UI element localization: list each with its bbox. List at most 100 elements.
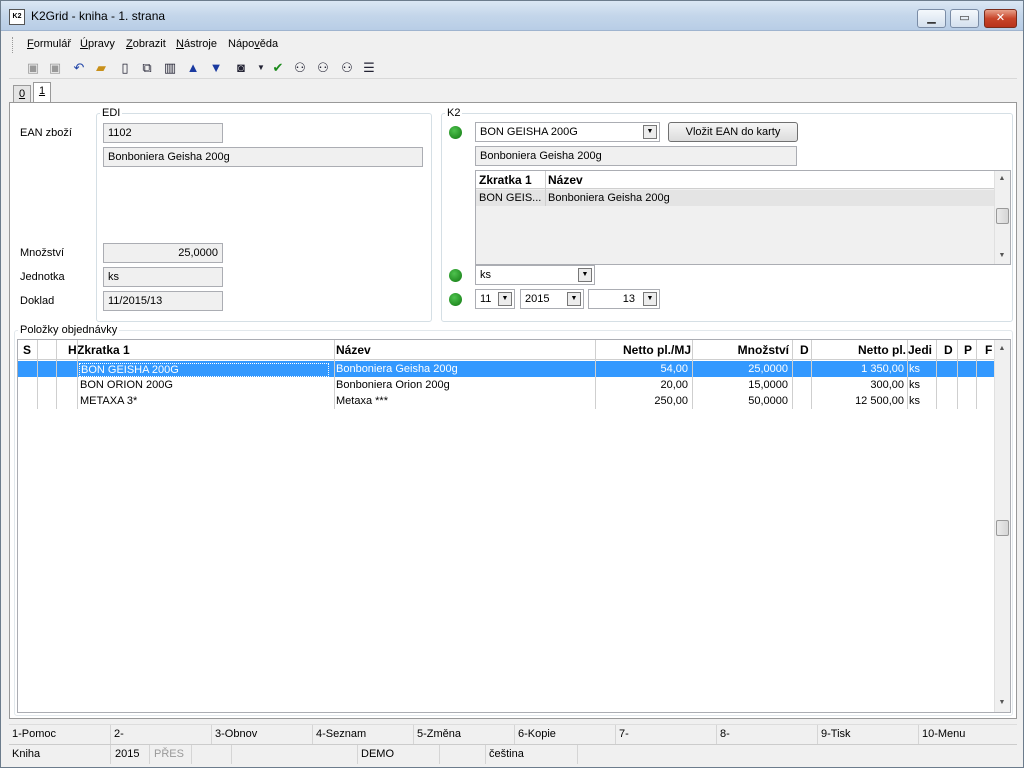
menu-nastroje[interactable]: Nástroje	[176, 38, 217, 50]
lookup-header-name[interactable]: Název	[548, 173, 748, 187]
ean-field[interactable]: 1102	[103, 123, 223, 143]
arrow-up-icon[interactable]: ▲	[185, 60, 201, 76]
document-field[interactable]: 11/2015/13	[103, 291, 223, 311]
header-name[interactable]: Název	[336, 343, 586, 357]
fkey-2[interactable]: 2-	[114, 728, 124, 740]
table-row[interactable]: BON GEISHA 200G Bonboniera Geisha 200g 5…	[18, 361, 994, 377]
col-divider	[976, 340, 977, 409]
camera-dropdown-icon[interactable]: ▼	[253, 60, 269, 76]
edi-name-field[interactable]: Bonboniera Geisha 200g	[103, 147, 423, 167]
menu-bar: Formulář Úpravy Zobrazit Nástroje Nápově…	[9, 34, 1017, 56]
fkey-refresh[interactable]: 3-Obnov	[215, 728, 257, 740]
book-icon[interactable]: ▥	[162, 60, 178, 76]
header-quantity[interactable]: Množství	[695, 343, 789, 357]
order-items-grid[interactable]: S H Zkratka 1 Název Netto pl./MJ Množstv…	[17, 339, 1011, 713]
new-document-icon[interactable]: ▯	[117, 60, 133, 76]
fkey-copy[interactable]: 6-Kopie	[518, 728, 556, 740]
fkey-menu[interactable]: 10-Menu	[922, 728, 965, 740]
row-quantity: 50,0000	[748, 395, 788, 407]
lookup-cell-code: BON GEIS...	[479, 192, 542, 204]
open-folder-icon[interactable]: ▰	[93, 60, 109, 76]
product-lookup-grid[interactable]: Zkratka 1 Název BON GEIS... Bonboniera G…	[475, 170, 1011, 265]
scroll-up-icon[interactable]: ▲	[997, 344, 1007, 354]
lookup-row[interactable]: BON GEIS... Bonboniera Geisha 200g	[476, 190, 994, 206]
maximize-button[interactable]: ▭	[950, 9, 979, 28]
header-s[interactable]: S	[23, 343, 37, 357]
doc-sequence-combo[interactable]: 13 ▼	[588, 289, 660, 309]
tab-1[interactable]: 1	[33, 82, 51, 103]
menu-upravy[interactable]: Úpravy	[80, 38, 115, 50]
close-button[interactable]: ✕	[984, 9, 1017, 28]
lookup-scrollbar[interactable]: ▲ ▼	[994, 171, 1010, 264]
k2-app-icon[interactable]: K2	[9, 9, 25, 25]
product-combo[interactable]: BON GEISHA 200G ▼	[475, 122, 660, 142]
row-name: Bonboniera Orion 200g	[336, 379, 450, 391]
table-row[interactable]: METAXA 3* Metaxa *** 250,00 50,0000 12 5…	[18, 393, 994, 409]
header-total[interactable]: Netto pl.	[813, 343, 906, 357]
quantity-field[interactable]: 25,0000	[103, 243, 223, 263]
chevron-down-icon[interactable]: ▼	[578, 268, 592, 282]
list-menu-icon[interactable]: ☰	[361, 60, 377, 76]
fkey-separator	[817, 725, 818, 744]
doc-sequence-value: 13	[622, 293, 635, 305]
scroll-down-icon[interactable]: ▼	[997, 698, 1007, 708]
fkey-8[interactable]: 8-	[720, 728, 730, 740]
search-previous-icon[interactable]: ⚇	[339, 60, 355, 76]
row-unit-price: 250,00	[654, 395, 688, 407]
menu-napoveda[interactable]: Nápověda	[228, 38, 278, 50]
chevron-down-icon[interactable]: ▼	[498, 292, 512, 306]
chevron-down-icon[interactable]: ▼	[643, 125, 657, 139]
chevron-down-icon[interactable]: ▼	[643, 292, 657, 306]
table-row[interactable]: BON ORION 200G Bonboniera Orion 200g 20,…	[18, 377, 994, 393]
close-icon: ✕	[995, 12, 1006, 24]
tab-0[interactable]: 0	[13, 85, 31, 103]
filter-check-icon[interactable]: ✔	[270, 60, 286, 76]
scroll-up-icon[interactable]: ▲	[997, 174, 1007, 184]
doc-year-combo[interactable]: 2015 ▼	[520, 289, 584, 309]
row-unit-price: 20,00	[660, 379, 688, 391]
header-d2[interactable]: D	[944, 343, 956, 357]
lookup-header-code[interactable]: Zkratka 1	[479, 173, 545, 187]
status-separator	[357, 745, 358, 764]
unit-combo[interactable]: ks ▼	[475, 265, 595, 285]
fkey-help[interactable]: 1-Pomoc	[12, 728, 56, 740]
menu-zobrazit[interactable]: Zobrazit	[126, 38, 166, 50]
fkey-change[interactable]: 5-Změna	[417, 728, 461, 740]
row-unit: ks	[909, 379, 920, 391]
save-icon[interactable]: ▣	[25, 60, 41, 76]
unit-status-ok-icon	[449, 269, 462, 282]
doc-year-value: 2015	[525, 293, 550, 305]
search-next-icon[interactable]: ⚇	[315, 60, 331, 76]
chevron-down-icon[interactable]: ▼	[567, 292, 581, 306]
menu-formular[interactable]: Formulář	[27, 38, 71, 50]
status-ok-icon	[449, 126, 462, 139]
fkey-list[interactable]: 4-Seznam	[316, 728, 366, 740]
save-as-icon[interactable]: ▣	[47, 60, 63, 76]
fkey-separator	[312, 725, 313, 744]
doc-number-combo[interactable]: 11 ▼	[475, 289, 515, 309]
row-total: 1 350,00	[861, 363, 904, 375]
unit-field[interactable]: ks	[103, 267, 223, 287]
status-module: Kniha	[12, 748, 41, 760]
minimize-button[interactable]: ▁	[917, 9, 946, 28]
header-unit-price[interactable]: Netto pl./MJ	[597, 343, 691, 357]
scroll-thumb[interactable]	[996, 520, 1009, 536]
header-code[interactable]: Zkratka 1	[77, 343, 327, 357]
header-f[interactable]: F	[985, 343, 994, 357]
scroll-thumb[interactable]	[996, 208, 1009, 224]
lookup-cell-name: Bonboniera Geisha 200g	[548, 192, 670, 204]
copy-document-icon[interactable]: ⧉	[139, 60, 155, 76]
fkey-print[interactable]: 9-Tisk	[821, 728, 851, 740]
fkey-7[interactable]: 7-	[619, 728, 629, 740]
insert-ean-button[interactable]: Vložit EAN do karty	[668, 122, 798, 142]
header-p[interactable]: P	[964, 343, 976, 357]
header-unit[interactable]: Jedi	[908, 343, 935, 357]
items-scrollbar[interactable]: ▲ ▼	[994, 340, 1010, 712]
title-bar[interactable]: K2 K2Grid - kniha - 1. strana ▁ ▭ ✕	[1, 1, 1023, 31]
search-binoculars-icon[interactable]: ⚇	[292, 60, 308, 76]
scroll-down-icon[interactable]: ▼	[997, 251, 1007, 261]
arrow-down-icon[interactable]: ▼	[208, 60, 224, 76]
camera-icon[interactable]: ◙	[233, 60, 249, 76]
k2-name-field[interactable]: Bonboniera Geisha 200g	[475, 146, 797, 166]
undo-icon[interactable]: ↶	[71, 60, 87, 76]
